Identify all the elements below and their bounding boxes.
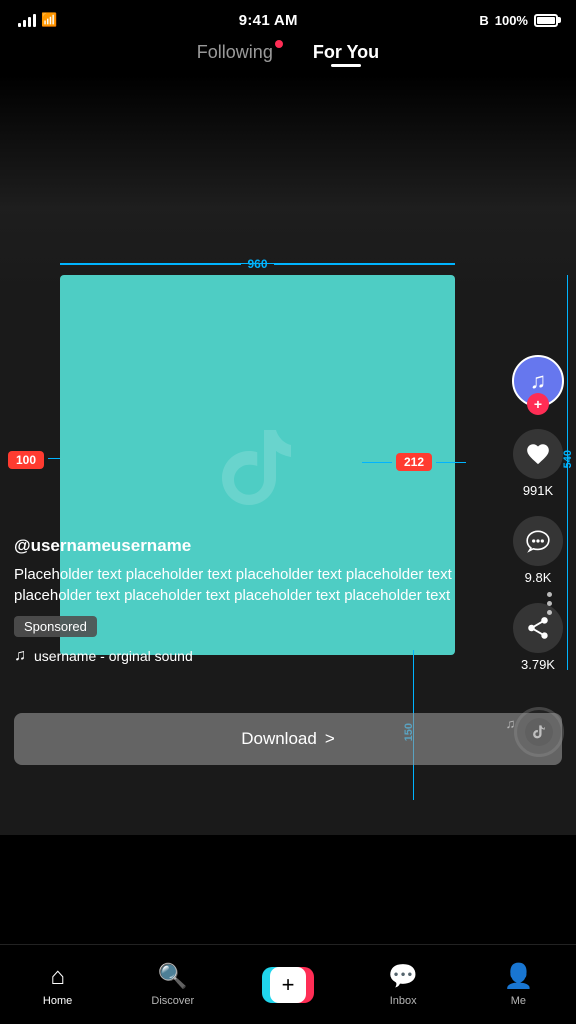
share-action[interactable]: 3.79K (513, 603, 563, 672)
video-caption: Placeholder text placeholder text placeh… (14, 564, 456, 606)
video-username[interactable]: @usernameusername (14, 536, 456, 556)
tiktok-watermark (213, 418, 303, 513)
comment-action[interactable]: 9.8K (513, 516, 563, 585)
status-time: 9:41 AM (239, 12, 298, 29)
comment-count: 9.8K (525, 570, 552, 585)
comment-icon (513, 516, 563, 566)
top-nav: Following For You (0, 36, 576, 75)
follow-button[interactable]: + (527, 393, 549, 415)
ann-top-arrow: 960 (60, 257, 455, 271)
ann-left-badge: 100 (8, 451, 44, 469)
tab-for-you[interactable]: For You (313, 42, 379, 67)
download-button[interactable]: Download > (14, 713, 562, 765)
inbox-icon: 💬 (388, 962, 418, 991)
inbox-label: Inbox (390, 995, 417, 1007)
nav-discover[interactable]: 🔍 Discover (115, 962, 230, 1007)
nav-me[interactable]: 👤 Me (461, 962, 576, 1007)
status-right: B 100% (479, 13, 558, 28)
ann-right-vline (567, 275, 568, 670)
avatar-icon: ♫ (530, 368, 547, 394)
signal-icon (18, 14, 36, 27)
like-icon (513, 429, 563, 479)
wifi-icon: 📶 (41, 12, 57, 28)
download-label: Download (241, 729, 317, 749)
like-action[interactable]: 991K (513, 429, 563, 498)
home-icon: ⌂ (50, 963, 65, 991)
battery-icon (534, 14, 558, 27)
nav-add-container: + (230, 967, 345, 1003)
sound-name: username - orginal sound (34, 648, 193, 664)
ann-width-label: 960 (241, 257, 273, 271)
status-left: 📶 (18, 12, 57, 28)
sidebar-actions: ♫ + 991K 9.8K (512, 355, 564, 672)
me-icon: 👤 (503, 962, 533, 991)
share-icon (513, 603, 563, 653)
add-icon: + (270, 967, 306, 1003)
sponsored-badge: Sponsored (14, 616, 97, 637)
download-section: Download > (14, 713, 562, 765)
nav-home[interactable]: ⌂ Home (0, 963, 115, 1007)
bottom-nav: ⌂ Home 🔍 Discover + 💬 Inbox 👤 Me (0, 944, 576, 1024)
discover-icon: 🔍 (158, 962, 188, 991)
nav-inbox[interactable]: 💬 Inbox (346, 962, 461, 1007)
video-info: @usernameusername Placeholder text place… (14, 536, 456, 665)
me-label: Me (511, 995, 526, 1007)
share-count: 3.79K (521, 657, 555, 672)
ann-right-badge: 212 (396, 453, 432, 471)
like-count: 991K (523, 483, 553, 498)
music-note-icon: ♫ (14, 647, 26, 665)
status-bar: 📶 9:41 AM B 100% (0, 0, 576, 36)
add-button[interactable]: + (262, 967, 314, 1003)
sound-info: ♫ username - orginal sound (14, 647, 456, 665)
notification-dot (275, 40, 283, 48)
discover-label: Discover (151, 995, 194, 1007)
ann-right-badge-container: 212 (362, 453, 466, 471)
creator-avatar[interactable]: ♫ + (512, 355, 564, 407)
tab-following[interactable]: Following (197, 42, 273, 67)
battery-percent: 100% (495, 13, 528, 28)
ann-left-line (48, 458, 60, 459)
bluetooth-icon: B (479, 13, 488, 28)
video-area[interactable]: 960 100 212 540 150 ♫ + 991K (0, 75, 576, 835)
download-arrow: > (325, 729, 335, 749)
more-options[interactable] (547, 592, 552, 615)
home-label: Home (43, 995, 72, 1007)
